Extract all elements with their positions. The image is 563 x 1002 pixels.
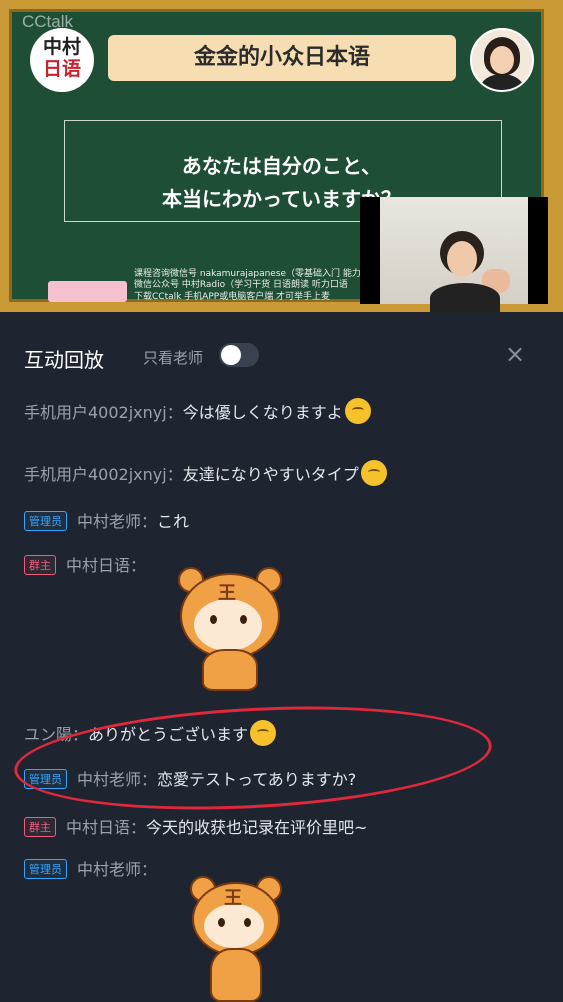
logo-line2: 日语 (42, 58, 81, 80)
chat-message: 群主 中村日语：今天的收获也记录在评价里吧~ (24, 814, 367, 838)
shy-emoji-icon (360, 460, 387, 486)
toggle-knob (221, 345, 241, 365)
owner-badge: 群主 (24, 555, 56, 575)
close-icon[interactable]: × (505, 340, 525, 368)
message-username: 中村老师： (77, 860, 158, 879)
teacher-camera-feed[interactable] (360, 197, 548, 313)
panel-title: 互动回放 (24, 348, 104, 372)
chat-message: 管理员 中村老师：これ (24, 508, 189, 532)
nakamura-logo: 中村 日语 (30, 28, 94, 92)
course-title: 金金的小众日本语 (108, 35, 456, 81)
message-username: 中村老师： (77, 512, 158, 531)
message-text: これ (157, 512, 190, 531)
admin-badge: 管理员 (24, 511, 67, 531)
message-username: 中村日语： (66, 818, 147, 837)
message-username: 手机用户4002jxnyj： (24, 465, 183, 484)
message-username: 手机用户4002jxnyj： (24, 403, 183, 422)
teacher-only-toggle[interactable] (219, 343, 259, 367)
admin-badge: 管理员 (24, 859, 67, 879)
tiger-sticker[interactable]: 王 (170, 565, 290, 691)
teacher-avatar (470, 28, 534, 92)
logo-line1: 中村 (42, 36, 81, 58)
message-text: 今天的收获也记录在评价里吧~ (146, 818, 368, 837)
message-text: 友達になりやすいタイプ (182, 465, 359, 484)
chat-message: 群主 中村日语： (24, 552, 146, 576)
chat-message: 手机用户4002jxnyj：友達になりやすいタイプ (24, 460, 387, 486)
message-username: 中村日语： (66, 556, 147, 575)
grin-emoji-icon (344, 398, 371, 424)
chat-message: 手机用户4002jxnyj：今は優しくなりますよ (24, 398, 371, 424)
live-video-area[interactable]: CCtalk 中村 日语 金金的小众日本语 あなたは自分のこと、 本当にわかって… (0, 0, 563, 313)
owner-badge: 群主 (24, 817, 56, 837)
pink-label-bar (48, 281, 127, 302)
chat-message: 管理员 中村老师： (24, 856, 157, 880)
question-line-1: あなたは自分のこと、 (181, 154, 382, 178)
teacher-only-label: 只看老师 (143, 349, 204, 367)
message-text: 今は優しくなりますよ (182, 403, 343, 422)
info-line-3: 下载CCtalk 手机APP或电脑客户端 才可举手上麦 (134, 292, 331, 302)
tiger-sticker[interactable]: 王 (186, 872, 286, 1002)
